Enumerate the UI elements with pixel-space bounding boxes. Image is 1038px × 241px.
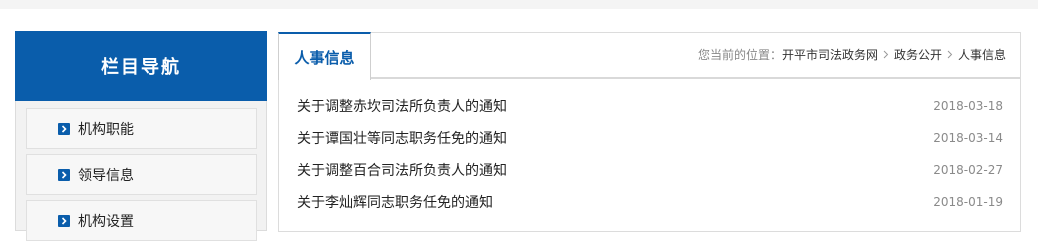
panel-header: 人事信息 您当前的位置： 开平市司法政务网 政务公开 人事信息 <box>278 32 1020 80</box>
tab-personnel-info[interactable]: 人事信息 <box>278 32 371 80</box>
news-list: 关于调整赤坎司法所负责人的通知 2018-03-18 关于谭国壮等同志职务任免的… <box>297 90 1003 218</box>
sidebar-item-org-functions[interactable]: 机构职能 <box>26 108 257 149</box>
list-item: 关于李灿辉同志职务任免的通知 2018-01-19 <box>297 186 1003 218</box>
news-title-link[interactable]: 关于李灿辉同志职务任免的通知 <box>297 192 493 212</box>
sidebar-item-leaders[interactable]: 领导信息 <box>26 154 257 195</box>
news-date: 2018-03-14 <box>933 131 1003 145</box>
sidebar-item-org-setup[interactable]: 机构设置 <box>26 200 257 241</box>
sidebar-item-label: 机构职能 <box>78 121 134 138</box>
breadcrumb-prefix: 您当前的位置： <box>697 48 782 62</box>
list-item: 关于调整百合司法所负责人的通知 2018-02-27 <box>297 154 1003 186</box>
top-strip <box>0 0 1038 9</box>
news-date: 2018-03-18 <box>933 99 1003 113</box>
breadcrumb-link-open-gov[interactable]: 政务公开 <box>894 46 942 63</box>
sidebar-item-label: 领导信息 <box>78 167 134 184</box>
chevron-right-icon <box>58 168 70 181</box>
chevron-right-icon <box>947 48 953 62</box>
breadcrumb-link-home[interactable]: 开平市司法政务网 <box>782 46 878 63</box>
list-item: 关于调整赤坎司法所负责人的通知 2018-03-18 <box>297 90 1003 122</box>
sidebar-nav: 栏目导航 机构职能 领导信息 机构设置 <box>15 31 267 241</box>
chevron-right-icon <box>883 48 889 62</box>
chevron-right-icon <box>58 122 70 135</box>
chevron-right-icon <box>58 214 70 227</box>
list-item: 关于谭国壮等同志职务任免的通知 2018-03-14 <box>297 122 1003 154</box>
sidebar-item-label: 机构设置 <box>78 213 134 230</box>
news-title-link[interactable]: 关于调整百合司法所负责人的通知 <box>297 160 507 180</box>
news-title-link[interactable]: 关于调整赤坎司法所负责人的通知 <box>297 96 507 116</box>
news-date: 2018-02-27 <box>933 163 1003 177</box>
breadcrumb: 您当前的位置： 开平市司法政务网 政务公开 人事信息 <box>698 46 1006 63</box>
news-title-link[interactable]: 关于谭国壮等同志职务任免的通知 <box>297 128 507 148</box>
breadcrumb-current[interactable]: 人事信息 <box>958 46 1006 63</box>
sidebar-title: 栏目导航 <box>15 31 267 101</box>
content-panel: 人事信息 您当前的位置： 开平市司法政务网 政务公开 人事信息 关于调整赤坎司法… <box>278 32 1021 232</box>
news-date: 2018-01-19 <box>933 195 1003 209</box>
